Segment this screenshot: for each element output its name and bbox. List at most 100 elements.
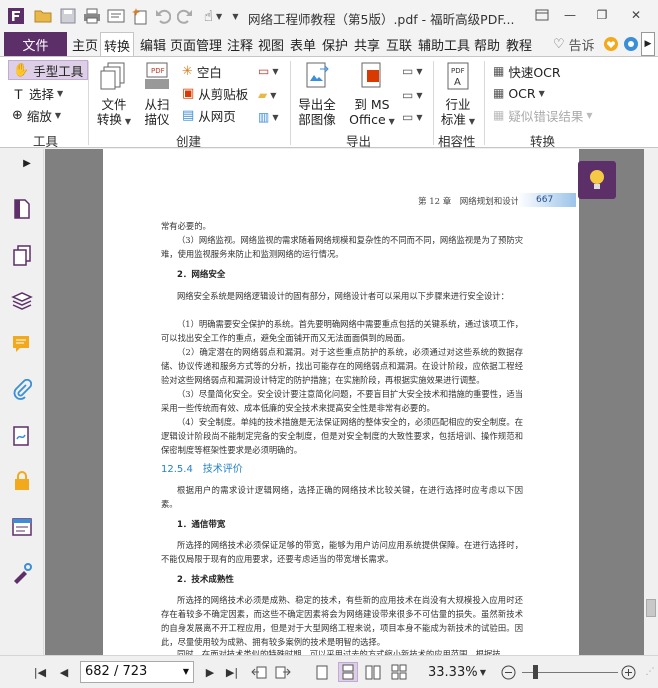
tab-file[interactable]: 文件	[4, 32, 67, 56]
ribbon-separator	[88, 61, 89, 145]
lightbulb-outline-icon: ♡	[553, 36, 565, 52]
ribbon-panel: ✋ 手型工具 Ｔ 选择 ▼ ⊕ 缩放 ▼ 工具 文件 转换 ▼ PDF 从扫 描仪 ✳…	[0, 56, 658, 149]
zoom-level[interactable]: 33.33%	[428, 665, 478, 680]
tab-accessibility[interactable]: 辅助工具	[418, 32, 470, 56]
paragraph: 所选择的网络技术必须是成熟、稳定的技术，有些新的应用技术在尚没有大规模投入应用时…	[161, 595, 523, 647]
redo-icon[interactable]	[176, 7, 194, 25]
zoom-out-icon[interactable]	[500, 664, 516, 680]
quick-ocr-button[interactable]: ▦ 快速OCR	[493, 61, 561, 81]
ocr-button[interactable]: ▦ OCR ▼	[493, 83, 545, 103]
vertical-scrollbar[interactable]	[644, 149, 658, 655]
print-icon[interactable]	[82, 7, 102, 25]
create-options-3-button[interactable]: ▥ ▼	[258, 107, 279, 127]
zoom-in-icon[interactable]	[620, 664, 636, 680]
ribbon-scroll-right-icon[interactable]: ▶	[641, 32, 655, 56]
zoom-dropdown-icon[interactable]: ▼	[478, 664, 488, 680]
next-view-icon[interactable]	[274, 664, 292, 680]
hand-tool-quick-icon[interactable]: ☝ ▼	[202, 7, 224, 25]
previous-view-icon[interactable]	[250, 664, 268, 680]
combine-icon: ▥	[258, 110, 270, 124]
tab-edit[interactable]: 编辑	[140, 32, 166, 56]
zoom-icon: ⊕	[12, 107, 23, 123]
tab-comment[interactable]: 注释	[227, 32, 253, 56]
to-ms-office-button[interactable]: 到 MS Office ▼	[348, 61, 396, 129]
security-panel-icon[interactable]	[10, 469, 34, 493]
customize-quick-access-icon[interactable]: ▼	[228, 7, 240, 25]
export-image-small-icon: ▭	[402, 64, 414, 78]
page-number-input[interactable]: 682 / 723 ▼	[80, 661, 194, 683]
create-options-1-button[interactable]: ▭ ▼	[258, 61, 279, 81]
tools-panel-icon[interactable]	[10, 561, 34, 585]
tab-connect[interactable]: 互联	[386, 32, 412, 56]
save-icon[interactable]	[58, 7, 78, 25]
select-tool-button[interactable]: Ｔ 选择 ▼	[12, 83, 63, 103]
ribbon-separator	[433, 61, 434, 145]
suspect-ocr-icon: ▦	[493, 108, 505, 122]
chat-icon[interactable]	[623, 32, 639, 56]
content-panel-icon[interactable]	[10, 515, 34, 539]
tell-me-search[interactable]: ♡ 告诉	[553, 32, 595, 56]
from-file-button[interactable]: 文件 转换 ▼	[94, 61, 134, 129]
page-dropdown-icon[interactable]: ▼	[183, 662, 189, 682]
restore-button[interactable]: ❐	[592, 6, 612, 24]
from-clipboard-button[interactable]: ▣ 从剪贴板	[182, 83, 248, 103]
blank-sparkle-icon: ✳	[182, 63, 193, 79]
running-head: 第 12 章 网络规划和设计	[418, 197, 520, 207]
export-option-3-button[interactable]: ▭ ▼	[402, 107, 423, 127]
tab-share[interactable]: 共享	[354, 32, 380, 56]
comments-panel-icon[interactable]	[10, 332, 34, 356]
previous-page-icon[interactable]: ◀	[56, 664, 72, 680]
document-viewer[interactable]: 第 12 章 网络规划和设计 667 常有必要的。 （3）网络监视。网络监视的需…	[45, 149, 644, 655]
signatures-panel-icon[interactable]	[10, 424, 34, 448]
first-page-icon[interactable]: |◀	[32, 664, 48, 680]
export-option-1-button[interactable]: ▭ ▼	[402, 61, 423, 81]
next-page-icon[interactable]: ▶	[202, 664, 218, 680]
lightbulb-tips-icon[interactable]	[578, 161, 616, 199]
tab-view[interactable]: 视图	[258, 32, 284, 56]
tab-tutorial[interactable]: 教程	[506, 32, 532, 56]
zoom-slider-thumb[interactable]	[533, 665, 538, 679]
attachments-panel-icon[interactable]	[10, 378, 34, 402]
open-folder-icon[interactable]	[33, 7, 53, 25]
layers-panel-icon[interactable]	[10, 289, 34, 313]
tab-home[interactable]: 主页	[72, 32, 98, 56]
continuous-view-icon[interactable]	[338, 662, 358, 682]
tab-convert[interactable]: 转换	[100, 32, 135, 57]
zoom-tool-button[interactable]: ⊕ 缩放 ▼	[12, 105, 61, 125]
blank-page-button[interactable]: ✳ 空白	[182, 61, 222, 81]
tab-organize[interactable]: 页面管理	[170, 32, 222, 56]
close-button[interactable]: ✕	[626, 6, 646, 24]
properties-icon[interactable]	[106, 7, 126, 25]
new-sparkle-icon[interactable]	[130, 7, 150, 25]
single-page-view-icon[interactable]	[314, 664, 330, 680]
tab-form[interactable]: 表单	[290, 32, 316, 56]
scrollbar-thumb[interactable]	[646, 599, 656, 617]
pages-panel-icon[interactable]	[10, 197, 34, 221]
create-options-2-button[interactable]: ▰ ▼	[258, 85, 276, 105]
expand-sidebar-icon[interactable]: ▶	[20, 151, 34, 175]
undo-icon[interactable]	[154, 7, 172, 25]
continuous-facing-view-icon[interactable]	[390, 664, 408, 680]
industry-standard-button[interactable]: PDF A 行业 标准 ▼	[439, 61, 477, 129]
hand-tool-button[interactable]: ✋ 手型工具	[8, 60, 89, 80]
thumbnails-panel-icon[interactable]	[10, 244, 34, 268]
minimize-button[interactable]: —	[560, 6, 580, 24]
suspect-results-button[interactable]: ▦ 疑似错误结果 ▼	[493, 105, 593, 125]
insert-page-icon: ▭	[258, 64, 270, 78]
from-scanner-button[interactable]: PDF 从扫 描仪	[138, 61, 176, 127]
tab-help[interactable]: 帮助	[474, 32, 500, 56]
group-label-convert: 转换	[530, 134, 556, 149]
export-all-images-button[interactable]: 导出全 部图像	[295, 61, 339, 127]
text-cursor-icon: Ｔ	[12, 87, 26, 103]
group-label-tools: 工具	[33, 134, 59, 149]
last-page-icon[interactable]: ▶|	[224, 664, 240, 680]
export-other-icon: ▭	[402, 110, 414, 124]
title-bar: ☝ ▼ ▼ 网络工程师教程（第5版）.pdf - 福昕高级PDF... — ❐ ✕	[0, 0, 658, 32]
export-option-2-button[interactable]: ▭ ▼	[402, 85, 423, 105]
feedback-heart-icon[interactable]	[603, 32, 619, 56]
from-webpage-button[interactable]: ▤ 从网页	[182, 105, 236, 125]
tab-protect[interactable]: 保护	[322, 32, 348, 56]
ribbon-display-icon[interactable]	[532, 6, 552, 24]
paragraph: 根据用户的需求设计逻辑网络，选择正确的网络技术比较关键，在进行选择时应考虑以下因…	[161, 485, 523, 509]
facing-view-icon[interactable]	[364, 664, 382, 680]
